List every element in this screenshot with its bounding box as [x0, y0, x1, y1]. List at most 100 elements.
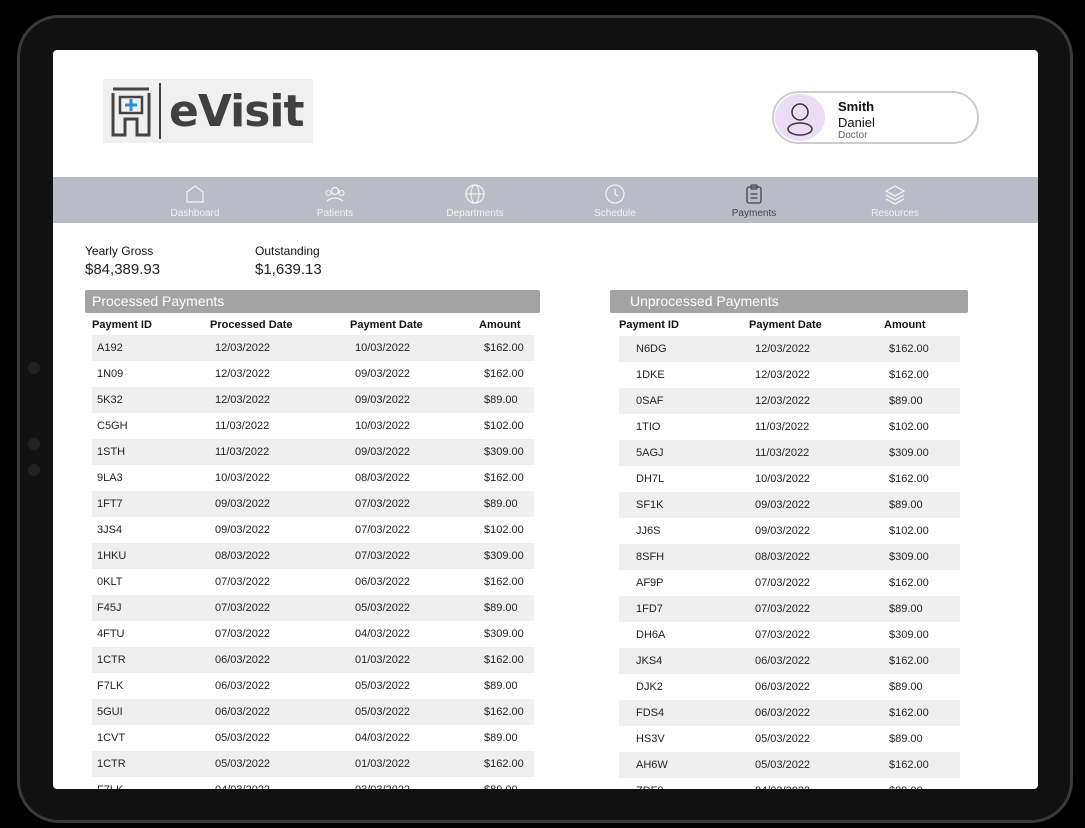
table-cell: 06/03/2022 — [215, 680, 271, 692]
nav-label: Departments — [446, 208, 504, 219]
table-cell: 5AGJ — [636, 447, 664, 459]
table-cell: 08/03/2022 — [355, 472, 411, 484]
table-row[interactable]: JKS4 06/03/2022 $162.00 — [619, 648, 960, 674]
table-cell: 06/03/2022 — [755, 655, 811, 667]
table-row[interactable]: 1CVT 05/03/2022 04/03/2022 $89.00 — [92, 725, 534, 751]
table-cell: 11/03/2022 — [755, 447, 810, 459]
table-cell: 06/03/2022 — [215, 706, 271, 718]
table-cell: 06/03/2022 — [755, 681, 811, 693]
table-cell: 01/03/2022 — [355, 654, 411, 666]
table-row[interactable]: 1DKE 12/03/2022 $162.00 — [619, 362, 960, 388]
table-cell: $162.00 — [484, 654, 524, 666]
table-cell: 1FT7 — [97, 498, 123, 510]
table-row[interactable]: A192 12/03/2022 10/03/2022 $162.00 — [92, 335, 534, 361]
column-header[interactable]: Amount — [884, 319, 926, 331]
table-cell: $89.00 — [484, 498, 518, 510]
table-row[interactable]: JJ6S 09/03/2022 $102.00 — [619, 518, 960, 544]
table-cell: 5GUI — [97, 706, 123, 718]
table-cell: 12/03/2022 — [215, 342, 271, 354]
table-row[interactable]: 8SFH 08/03/2022 $309.00 — [619, 544, 960, 570]
table-row[interactable]: 5AGJ 11/03/2022 $309.00 — [619, 440, 960, 466]
column-header[interactable]: Amount — [479, 319, 521, 331]
table-cell: $102.00 — [484, 420, 524, 432]
table-cell: DH6A — [636, 629, 666, 641]
table-cell: $102.00 — [889, 525, 929, 537]
table-row[interactable]: 1N09 12/03/2022 09/03/2022 $162.00 — [92, 361, 534, 387]
table-cell: 1STH — [97, 446, 126, 458]
table-row[interactable]: 1STH 11/03/2022 09/03/2022 $309.00 — [92, 439, 534, 465]
table-cell: $89.00 — [484, 784, 518, 789]
table-row[interactable]: 3JS4 09/03/2022 07/03/2022 $102.00 — [92, 517, 534, 543]
table-row[interactable]: 1FT7 09/03/2022 07/03/2022 $89.00 — [92, 491, 534, 517]
user-profile-card[interactable]: Smith Daniel Doctor — [772, 91, 979, 144]
table-cell: 12/03/2022 — [755, 395, 811, 407]
tablet-side-button — [28, 464, 40, 476]
unprocessed-payments-header: Unprocessed Payments — [610, 290, 968, 313]
table-row[interactable]: 1CTR 05/03/2022 01/03/2022 $162.00 — [92, 751, 534, 777]
table-row[interactable]: N6DG 12/03/2022 $162.00 — [619, 336, 960, 362]
table-row[interactable]: F7LK 06/03/2022 05/03/2022 $89.00 — [92, 673, 534, 699]
app-logo[interactable]: eVisit — [103, 79, 313, 143]
table-cell: $162.00 — [889, 707, 929, 719]
nav-item-dashboard[interactable]: Dashboard — [150, 177, 240, 223]
table-row[interactable]: 1TIO 11/03/2022 $102.00 — [619, 414, 960, 440]
table-cell: 08/03/2022 — [755, 551, 811, 563]
table-cell: F45J — [97, 602, 122, 614]
table-row[interactable]: DJK2 06/03/2022 $89.00 — [619, 674, 960, 700]
nav-item-schedule[interactable]: Schedule — [570, 177, 660, 223]
table-row[interactable]: AH6W 05/03/2022 $162.00 — [619, 752, 960, 778]
table-cell: $89.00 — [889, 499, 923, 511]
nav-item-departments[interactable]: Departments — [430, 177, 520, 223]
column-header[interactable]: Payment ID — [92, 319, 152, 331]
table-cell: 5K32 — [97, 394, 123, 406]
table-row[interactable]: 4FTU 07/03/2022 04/03/2022 $309.00 — [92, 621, 534, 647]
table-cell: $89.00 — [889, 395, 923, 407]
column-header[interactable]: Processed Date — [210, 319, 293, 331]
table-cell: 3JS4 — [97, 524, 123, 536]
table-cell: 09/03/2022 — [215, 524, 271, 536]
table-cell: 05/03/2022 — [355, 680, 411, 692]
table-row[interactable]: 0KLT 07/03/2022 06/03/2022 $162.00 — [92, 569, 534, 595]
app-screen: eVisit Smith Daniel Doctor Dashboard Pat… — [53, 50, 1038, 789]
table-cell: 09/03/2022 — [755, 499, 811, 511]
table-cell: SF1K — [636, 499, 664, 511]
table-cell: $309.00 — [484, 446, 524, 458]
table-cell: 07/03/2022 — [215, 628, 271, 640]
table-row[interactable]: 1FD7 07/03/2022 $89.00 — [619, 596, 960, 622]
nav-item-payments[interactable]: Payments — [709, 177, 799, 223]
table-row[interactable]: 9LA3 10/03/2022 08/03/2022 $162.00 — [92, 465, 534, 491]
table-row[interactable]: DH7L 10/03/2022 $162.00 — [619, 466, 960, 492]
table-row[interactable]: DH6A 07/03/2022 $309.00 — [619, 622, 960, 648]
table-cell: 0KLT — [97, 576, 123, 588]
table-row[interactable]: F45J 07/03/2022 05/03/2022 $89.00 — [92, 595, 534, 621]
nav-item-resources[interactable]: Resources — [850, 177, 940, 223]
logo-text: eVisit — [169, 85, 305, 137]
nav-item-patients[interactable]: Patients — [290, 177, 380, 223]
table-cell: F7LK — [97, 680, 124, 692]
table-row[interactable]: HS3V 05/03/2022 $89.00 — [619, 726, 960, 752]
table-cell: 03/03/2022 — [355, 784, 410, 789]
table-cell: AH6W — [636, 759, 668, 771]
table-cell: DH7L — [636, 473, 665, 485]
user-first-name: Daniel — [838, 115, 875, 130]
table-cell: 07/03/2022 — [755, 577, 811, 589]
avatar[interactable] — [775, 94, 825, 141]
column-header[interactable]: Payment ID — [619, 319, 679, 331]
table-row[interactable]: 5K32 12/03/2022 09/03/2022 $89.00 — [92, 387, 534, 413]
yearly-gross-label: Yearly Gross — [85, 244, 154, 258]
table-cell: DJK2 — [636, 681, 663, 693]
table-row[interactable]: SF1K 09/03/2022 $89.00 — [619, 492, 960, 518]
table-cell: 09/03/2022 — [215, 498, 271, 510]
table-row[interactable]: AF9P 07/03/2022 $162.00 — [619, 570, 960, 596]
table-cell: 05/03/2022 — [755, 759, 811, 771]
table-row[interactable]: 0SAF 12/03/2022 $89.00 — [619, 388, 960, 414]
column-header[interactable]: Payment Date — [350, 319, 423, 331]
table-row[interactable]: 1CTR 06/03/2022 01/03/2022 $162.00 — [92, 647, 534, 673]
table-row[interactable]: FDS4 06/03/2022 $162.00 — [619, 700, 960, 726]
table-row[interactable]: C5GH 11/03/2022 10/03/2022 $102.00 — [92, 413, 534, 439]
table-row[interactable]: 1HKU 08/03/2022 07/03/2022 $309.00 — [92, 543, 534, 569]
table-row[interactable]: 5GUI 06/03/2022 05/03/2022 $162.00 — [92, 699, 534, 725]
table-row[interactable]: ZDF0 04/03/2022 $89.00 — [619, 778, 960, 789]
table-row[interactable]: F7LK 04/03/2022 03/03/2022 $89.00 — [92, 777, 534, 789]
column-header[interactable]: Payment Date — [749, 319, 822, 331]
